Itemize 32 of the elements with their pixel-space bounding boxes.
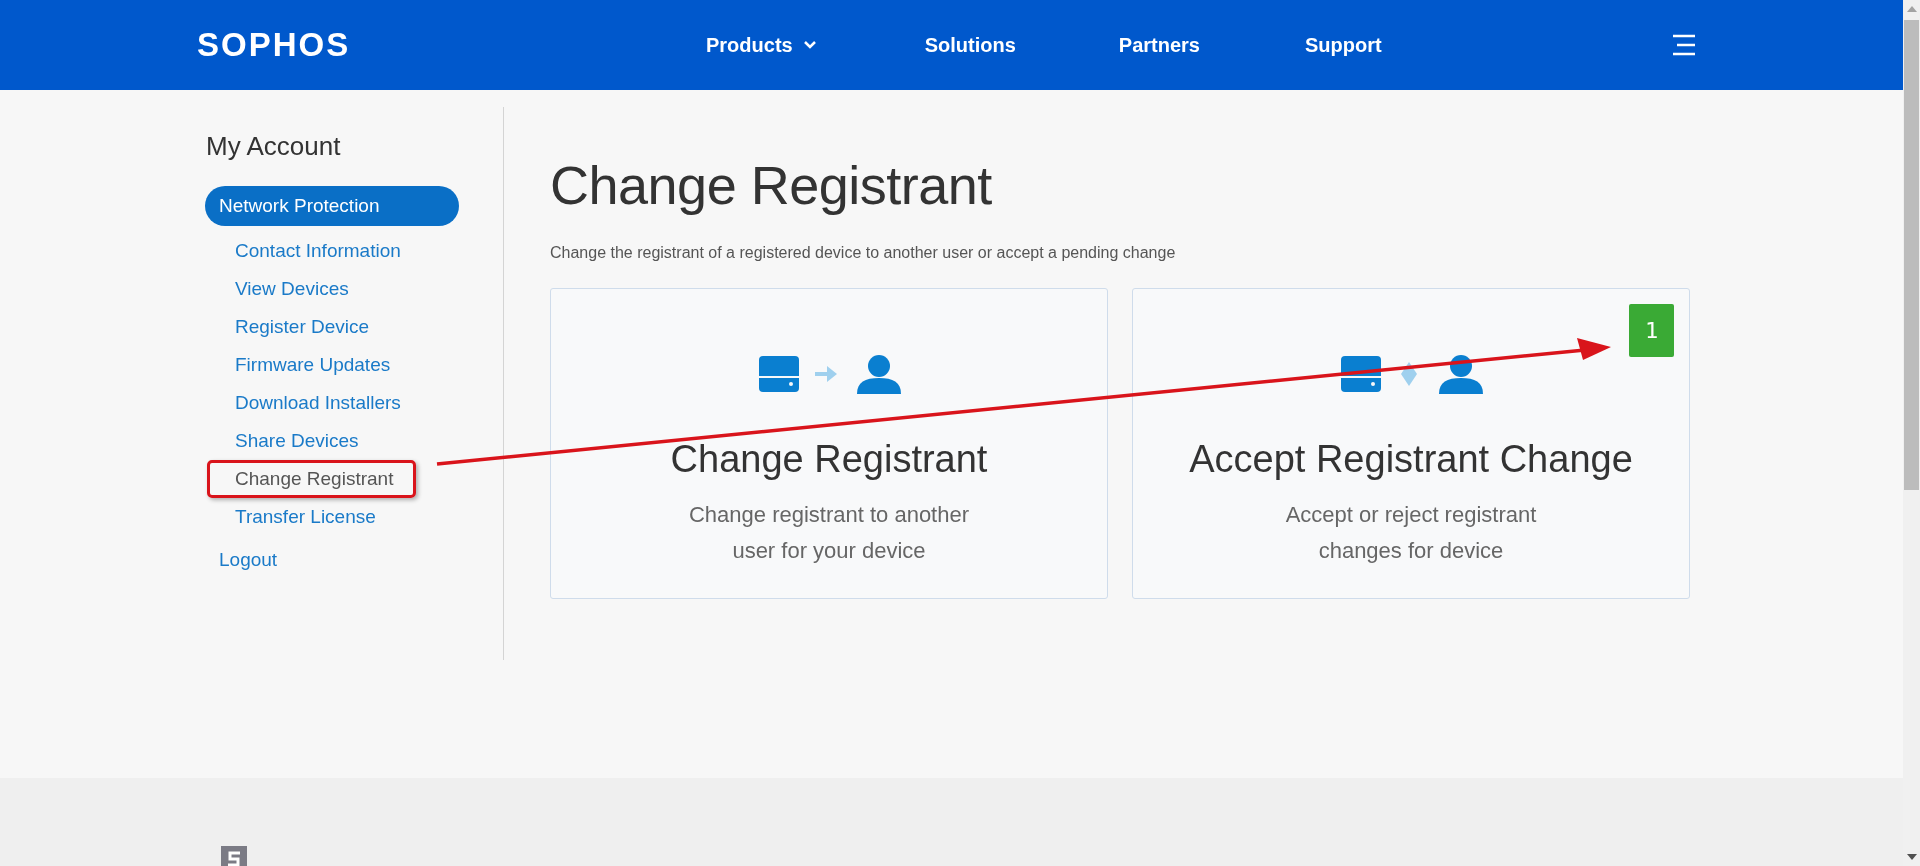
count-badge: 1 — [1629, 304, 1674, 357]
option-card[interactable]: 1 Accept Registrant Change Accept or reject registrant changes for device — [1132, 288, 1690, 599]
scrollbar-thumb[interactable] — [1904, 20, 1919, 490]
page-subtitle: Change the registrant of a registered device to another user or accept a pending change — [550, 244, 1177, 262]
scroll-up-icon[interactable] — [1906, 6, 1917, 12]
card-title: Accept Registrant Change — [1189, 438, 1633, 481]
option-card[interactable]: Change Registrant Change registrant to another user for your device — [550, 288, 1108, 599]
scroll-down-icon[interactable] — [1906, 854, 1917, 860]
page-title: Change Registrant — [550, 154, 993, 216]
sidebar-subitem[interactable]: Firmware Updates — [207, 346, 414, 384]
menu-icon[interactable] — [1670, 34, 1697, 56]
sidebar-subitem[interactable]: Transfer License — [207, 498, 399, 536]
device-swap-user-icon — [1339, 352, 1483, 396]
device-to-user-icon — [757, 352, 901, 396]
sidebar-item[interactable]: Logout — [205, 540, 292, 580]
sidebar-subitem[interactable]: Register Device — [207, 308, 393, 346]
nav-link[interactable]: Products — [706, 33, 817, 57]
sidebar-subitem[interactable]: Contact Information — [207, 232, 424, 270]
logo[interactable]: SOPHOS — [197, 26, 387, 64]
nav-link[interactable]: Partners — [1118, 33, 1200, 57]
card-title: Change Registrant — [670, 438, 988, 481]
sidebar-title: My Account — [206, 131, 341, 162]
sidebar-subitem[interactable]: Download Installers — [207, 384, 424, 422]
card-description: Change registrant to another user for your device — [687, 501, 971, 565]
sidebar-subitem[interactable]: Share Devices — [207, 422, 382, 460]
nav-link[interactable]: Solutions — [924, 33, 1016, 57]
sidebar-subitem[interactable]: Change Registrant — [207, 460, 417, 498]
sidebar-item[interactable]: Network Protection — [205, 186, 459, 226]
nav-link[interactable]: Support — [1304, 33, 1382, 57]
scrollbar[interactable] — [1903, 0, 1920, 866]
sidebar-subitem[interactable]: View Devices — [207, 270, 372, 308]
card-description: Accept or reject registrant changes for device — [1284, 501, 1538, 565]
